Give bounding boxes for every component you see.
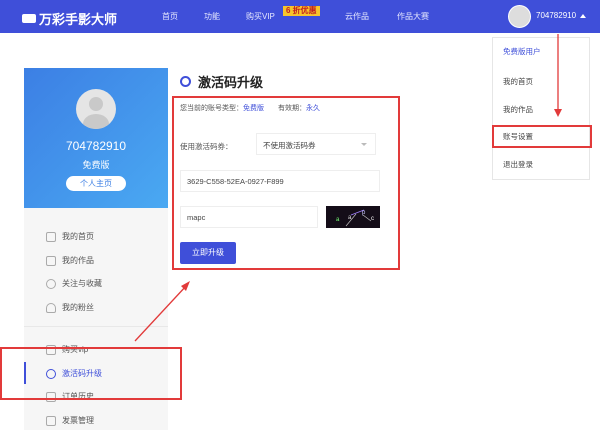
annotation-arrows (134, 34, 562, 342)
